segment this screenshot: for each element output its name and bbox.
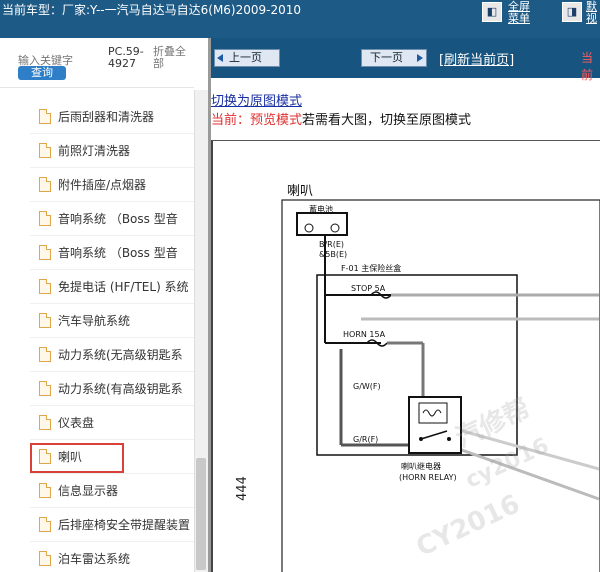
search-button[interactable]: 查询 xyxy=(18,66,66,80)
tree-item-label: 附件插座/点烟器 xyxy=(58,178,147,192)
tree-item[interactable]: 泊车雷达系统 xyxy=(0,542,194,572)
tree-item-label: 动力系统(无高级钥匙系 xyxy=(58,348,183,362)
collapse-all-link[interactable]: 折叠全部 xyxy=(153,46,193,70)
main-fuse-label: F-01 主保险丝盒 xyxy=(341,263,401,273)
search-row: 查询 PC.59-4927 折叠全部 xyxy=(0,38,194,88)
document-icon xyxy=(39,381,51,396)
sidebar-scroll-thumb[interactable] xyxy=(196,458,206,570)
tree-item-label: 前照灯清洗器 xyxy=(58,144,131,158)
document-icon xyxy=(39,109,51,124)
horn-wiring-diagram: 蓄电池 B/R(E) &5B(E) F-01 主保险丝盒 STOP 5A HOR… xyxy=(281,199,600,572)
tree-item[interactable]: 前照灯清洗器 xyxy=(0,134,194,168)
top-header: 当前车型：厂家:Y--一汽马自达马自达6(M6)2009-2010 ◧ 全屏 菜… xyxy=(0,0,600,38)
document-icon xyxy=(39,517,51,532)
vehicle-info: 当前车型：厂家:Y--一汽马自达马自达6(M6)2009-2010 xyxy=(2,1,301,18)
refresh-page-link[interactable]: [刷新当前页] xyxy=(439,49,514,68)
relay-label-cn: 喇叭继电器 xyxy=(401,461,441,471)
tree-item[interactable]: 音响系统 （Boss 型音 xyxy=(0,236,194,270)
next-page-label: 下一页 xyxy=(370,51,403,64)
tree-item-label: 免提电话 (HF/TEL) 系统 xyxy=(58,280,189,294)
tree-item-label: 仪表盘 xyxy=(58,416,95,430)
tree-item[interactable]: 动力系统(无高级钥匙系 xyxy=(0,338,194,372)
current-hint: 当前 xyxy=(581,51,594,82)
tree-item[interactable]: 汽车导航系统 xyxy=(0,304,194,338)
document-icon xyxy=(39,211,51,226)
tree-item-label: 汽车导航系统 xyxy=(58,314,131,328)
selection-highlight xyxy=(30,443,124,473)
tree-item[interactable]: 后雨刮器和清洗器 xyxy=(0,100,194,134)
page-number: 444 xyxy=(234,476,250,501)
document-icon xyxy=(39,551,51,566)
document-icon xyxy=(39,143,51,158)
nav-bar: 上一页 下一页 [刷新当前页] 当前 xyxy=(211,38,600,82)
document-viewer[interactable]: 444 喇叭 蓄电池 B/R(E) &5B(E) F-01 主保险丝盒 STOP… xyxy=(211,140,600,572)
arrow-right-icon xyxy=(417,54,423,62)
default-view-icon[interactable]: ◨ xyxy=(562,2,582,22)
current-mode-hint: 若需看大图，切换至原图模式 xyxy=(302,113,472,128)
default-view-link[interactable]: 默 视 xyxy=(586,1,597,25)
tree-item[interactable]: 音响系统 （Boss 型音 xyxy=(0,202,194,236)
diagram-title: 喇叭 xyxy=(287,184,314,199)
fuse-horn-label: HORN 15A xyxy=(343,330,386,339)
wire-br-label: B/R(E) xyxy=(319,240,344,249)
content-pane: 上一页 下一页 [刷新当前页] 当前 切换为原图模式 当前：预览模式若需看大图，… xyxy=(211,38,600,572)
current-mode-line: 当前：预览模式若需看大图，切换至原图模式 xyxy=(211,109,471,128)
tree-item-label: 后排座椅安全带提醒装置 xyxy=(58,518,191,532)
tree-item[interactable]: 仪表盘 xyxy=(0,406,194,440)
relay-contact-1 xyxy=(419,437,423,441)
tree-item[interactable]: 动力系统(有高级钥匙系 xyxy=(0,372,194,406)
vehicle-label: 当前车型： xyxy=(2,3,63,17)
tree-item[interactable]: 后排座椅安全带提醒装置 xyxy=(0,508,194,542)
tree-item-label: 信息显示器 xyxy=(58,484,119,498)
document-icon xyxy=(39,415,51,430)
wire-5b-label: &5B(E) xyxy=(319,250,347,259)
document-icon xyxy=(39,245,51,260)
relay-label-en: (HORN RELAY) xyxy=(399,473,457,482)
fullscreen-icon[interactable]: ◧ xyxy=(482,2,502,22)
relay-contact-2 xyxy=(447,437,451,441)
tree-item-label: 动力系统(有高级钥匙系 xyxy=(58,382,183,396)
document-icon xyxy=(39,177,51,192)
tree-item-label: 后雨刮器和清洗器 xyxy=(58,110,155,124)
vehicle-value: 厂家:Y--一汽马自达马自达6(M6)2009-2010 xyxy=(62,3,302,17)
battery-label: 蓄电池 xyxy=(309,204,333,214)
document-icon xyxy=(39,347,51,362)
prev-page-label: 上一页 xyxy=(229,51,262,64)
document-icon xyxy=(39,313,51,328)
tree-item[interactable]: 信息显示器 xyxy=(0,474,194,508)
tree-item-label: 音响系统 （Boss 型音 xyxy=(58,212,178,226)
document-icon xyxy=(39,279,51,294)
tree-list: 后雨刮器和清洗器 前照灯清洗器附件插座/点烟器音响系统 （Boss 型音 音响系统 … xyxy=(0,90,194,572)
tree-item[interactable]: 附件插座/点烟器 xyxy=(0,168,194,202)
switch-original-link[interactable]: 切换为原图模式 xyxy=(211,90,302,109)
sidebar: 查询 PC.59-4927 折叠全部 后雨刮器和清洗器前照灯清洗器附件插座/点烟… xyxy=(0,38,208,572)
arrow-left-icon xyxy=(217,54,223,62)
tree-item-label: 音响系统 （Boss 型音 xyxy=(58,246,178,260)
prev-page-button[interactable]: 上一页 xyxy=(214,49,280,67)
wire-gw-label: G/W(F) xyxy=(353,382,381,391)
next-page-button[interactable]: 下一页 xyxy=(361,49,427,67)
tree-item[interactable]: 免提电话 (HF/TEL) 系统 xyxy=(0,270,194,304)
tree-item[interactable]: 喇叭 xyxy=(0,440,194,474)
tree-cut-row xyxy=(0,90,194,100)
document-icon xyxy=(39,483,51,498)
wire-gr-label: G/R(F) xyxy=(353,435,378,444)
battery-box xyxy=(296,212,348,236)
fuse-stop-label: STOP 5A xyxy=(351,284,386,293)
tree-item-label: 泊车雷达系统 xyxy=(58,552,131,566)
current-mode-label: 当前：预览模式 xyxy=(211,113,303,128)
pc-code: PC.59-4927 xyxy=(108,45,144,70)
fullscreen-menu-link[interactable]: 全屏 菜单 xyxy=(508,1,530,25)
